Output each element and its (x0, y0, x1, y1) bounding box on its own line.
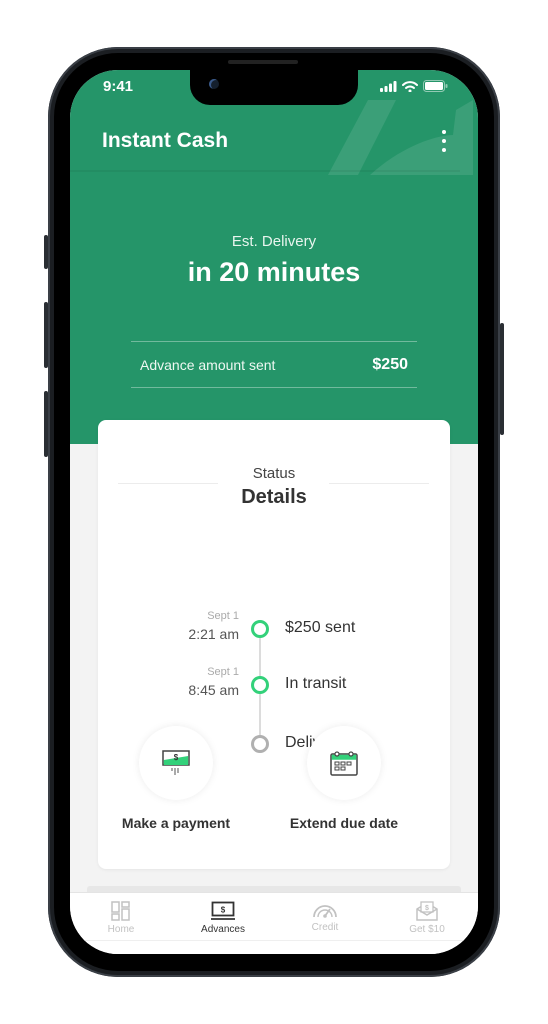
advances-laptop-icon: $ (211, 901, 235, 920)
timeline-label: In transit (285, 675, 347, 692)
hero-section: 9:41 Instant Cash Est. Delivery in 20 mi… (70, 70, 478, 444)
advance-amount-row: Advance amount sent $250 (131, 341, 417, 388)
tab-home[interactable]: Home (70, 893, 172, 954)
power-button (500, 323, 504, 435)
status-details-card: Status Details Sept 1 2:21 am $250 sent … (98, 420, 450, 869)
notch (190, 70, 358, 105)
timeline-date: Sept 1 (207, 666, 239, 678)
battery-icon (423, 80, 448, 92)
app-screen: 9:41 Instant Cash Est. Delivery in 20 mi… (70, 70, 478, 954)
svg-text:$: $ (221, 906, 226, 915)
tab-label: Home (107, 924, 135, 935)
kebab-menu-icon[interactable] (438, 130, 450, 152)
tab-label: Get $10 (409, 924, 445, 935)
volume-up-button (44, 302, 48, 368)
status-subtitle: Status (252, 465, 296, 482)
tab-label: Credit (311, 922, 339, 933)
complete-status-icon (251, 620, 269, 638)
volume-down-button (44, 391, 48, 457)
payment-icon: $ (162, 750, 190, 775)
page-title: Instant Cash (102, 129, 229, 152)
make-payment-button[interactable]: $ Make a payment (101, 726, 251, 831)
status-time: 9:41 (103, 78, 134, 95)
header-divider (70, 170, 460, 172)
timeline-time: 2:21 am (188, 626, 239, 642)
quick-actions: $ Make a payment Extend due date (98, 726, 450, 846)
timeline-label: $250 sent (285, 619, 356, 636)
svg-text:$: $ (425, 905, 429, 912)
timeline-date: Sept 1 (207, 610, 239, 622)
tab-label: Advances (201, 924, 245, 935)
extend-due-date-circle[interactable] (307, 726, 381, 800)
advance-amount-value: $250 (372, 355, 408, 373)
divider-left (118, 483, 218, 484)
make-payment-label: Make a payment (121, 815, 231, 831)
eta-value: in 20 minutes (187, 257, 361, 287)
eta-label: Est. Delivery (231, 233, 317, 250)
tab-advances[interactable]: $ Advances (172, 893, 274, 954)
front-camera (209, 79, 219, 89)
status-title: Details (241, 486, 307, 508)
svg-text:$: $ (174, 753, 179, 762)
tab-credit[interactable]: Credit (274, 893, 376, 954)
wifi-icon (402, 80, 418, 92)
make-payment-circle[interactable]: $ (139, 726, 213, 800)
timeline-item: Sept 1 8:45 am In transit (98, 666, 450, 706)
calendar-icon (330, 751, 358, 776)
gauge-icon (313, 905, 337, 918)
complete-status-icon (251, 676, 269, 694)
earpiece-speaker (228, 60, 298, 64)
tabbar-bottom-divider (70, 940, 478, 941)
home-grid-icon (111, 901, 130, 921)
tab-get-10[interactable]: $ Get $10 (376, 893, 478, 954)
envelope-dollar-icon: $ (416, 901, 438, 921)
silent-switch (44, 235, 48, 269)
bottom-tab-bar: Home $ Advances Credit $ Get $10 (70, 892, 478, 954)
decorative-arrow-watermark (328, 100, 473, 175)
divider-right (329, 483, 429, 484)
signal-icon (380, 80, 397, 92)
timeline-item: Sept 1 2:21 am $250 sent (98, 610, 450, 650)
extend-due-date-button[interactable]: Extend due date (269, 726, 419, 831)
extend-due-date-label: Extend due date (289, 815, 399, 831)
timeline-time: 8:45 am (188, 682, 239, 698)
status-icons (380, 80, 448, 92)
advance-amount-label: Advance amount sent (140, 356, 276, 373)
